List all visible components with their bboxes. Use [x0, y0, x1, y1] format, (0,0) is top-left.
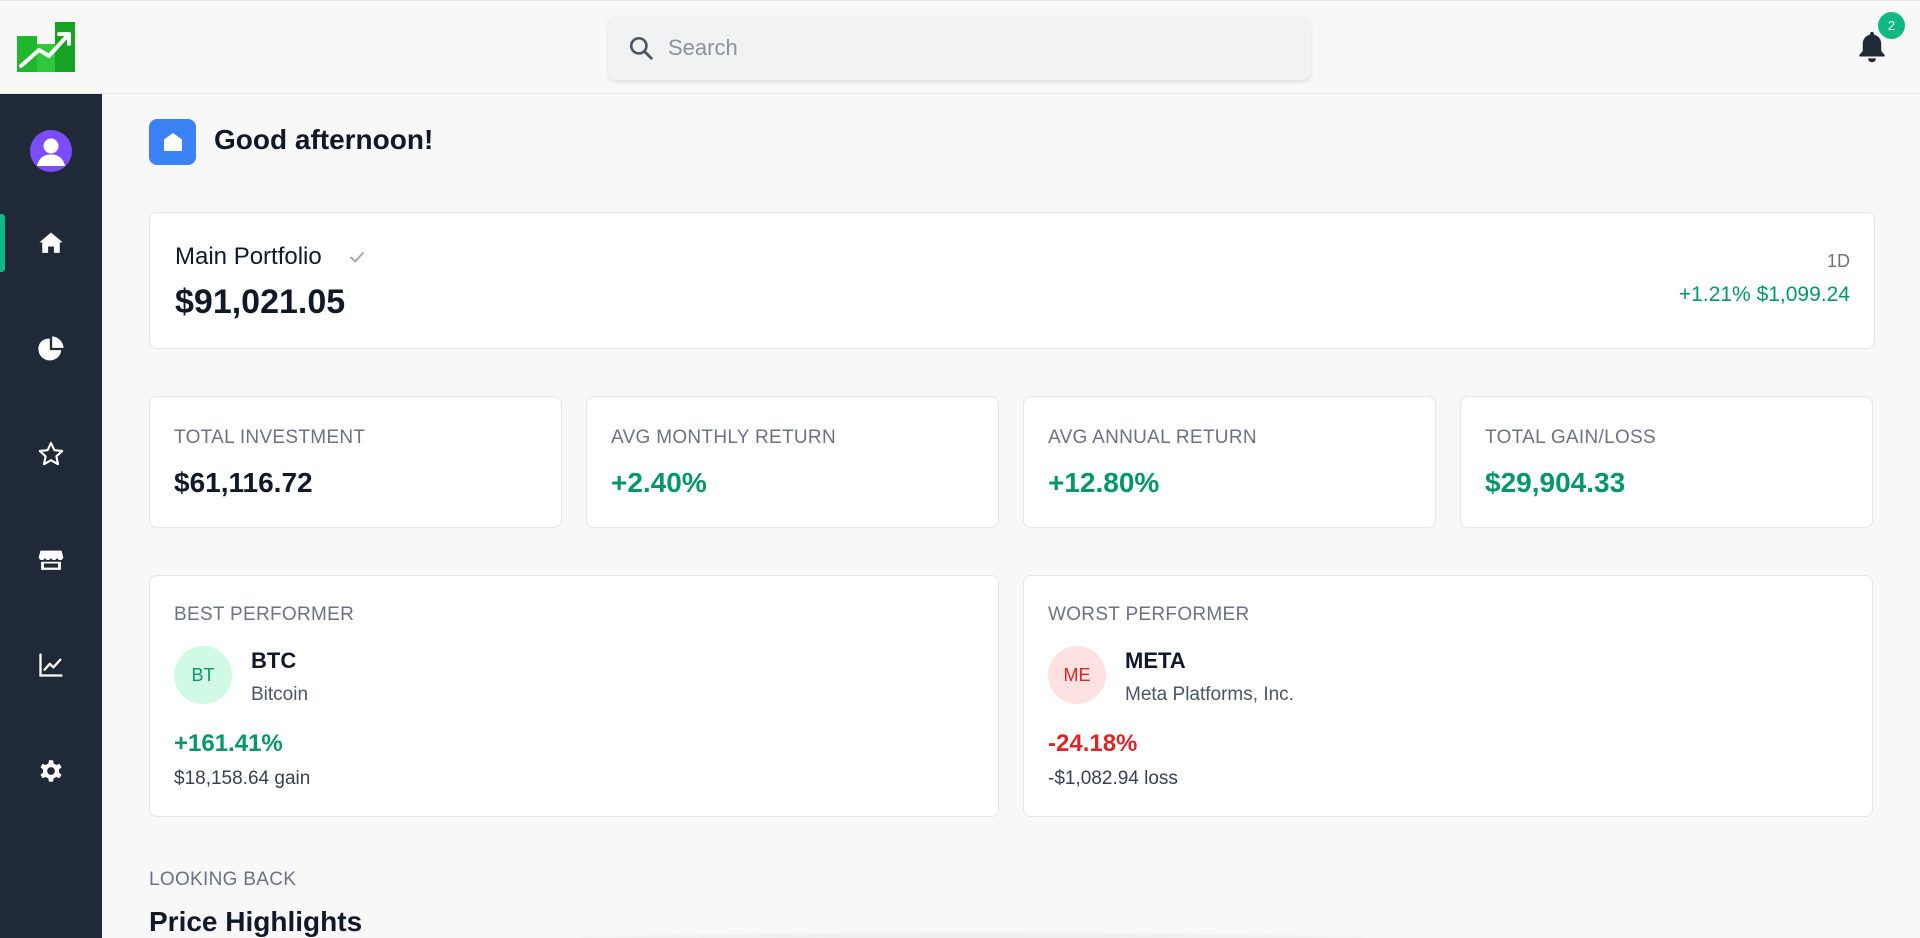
performance-amount: -$1,082.94 loss — [1048, 768, 1178, 789]
worst-performer-card[interactable]: WORST PERFORMER ME META Meta Platforms, … — [1023, 575, 1873, 817]
stat-value: $61,116.72 — [174, 467, 313, 498]
asset-symbol: BTC — [251, 648, 297, 673]
best-performer-card[interactable]: BEST PERFORMER BT BTC Bitcoin +161.41% $… — [149, 575, 999, 817]
stat-card-total-gain-loss: TOTAL GAIN/LOSS $29,904.33 — [1460, 396, 1873, 528]
portfolio-summary-card[interactable]: Main Portfolio $91,021.05 1D +1.21% $1,0… — [149, 212, 1875, 349]
section-eyebrow: LOOKING BACK — [149, 869, 297, 890]
greeting-icon — [149, 119, 196, 165]
period-label[interactable]: 1D — [1827, 251, 1850, 272]
portfolio-value: $91,021.05 — [175, 283, 346, 321]
home-icon — [163, 133, 182, 151]
portfolio-change: +1.21% $1,099.24 — [1678, 283, 1850, 306]
store-icon — [38, 550, 64, 570]
search-input[interactable] — [668, 16, 1288, 80]
stat-card-total-investment: TOTAL INVESTMENT $61,116.72 — [149, 396, 562, 528]
stat-value: +12.80% — [1048, 467, 1160, 498]
stat-label: AVG ANNUAL RETURN — [1048, 427, 1257, 448]
card-shadow — [392, 932, 1552, 938]
asset-name: Meta Platforms, Inc. — [1125, 684, 1294, 705]
asset-badge: BT — [174, 646, 232, 704]
portfolio-name: Main Portfolio — [175, 243, 322, 270]
top-bar: 2 — [0, 0, 1920, 94]
sidebar — [0, 94, 102, 938]
home-icon — [39, 232, 63, 253]
stat-card-avg-monthly-return: AVG MONTHLY RETURN +2.40% — [586, 396, 999, 528]
performance-percent: -24.18% — [1048, 730, 1138, 757]
asset-name: Bitcoin — [251, 684, 309, 705]
check-icon — [350, 252, 364, 263]
sidebar-item-analytics[interactable] — [0, 636, 102, 694]
gear-icon — [40, 760, 62, 782]
user-avatar-icon[interactable] — [30, 130, 72, 172]
sidebar-item-portfolio[interactable] — [0, 320, 102, 378]
stat-label: TOTAL INVESTMENT — [174, 427, 366, 448]
sidebar-item-watchlist[interactable] — [0, 425, 102, 483]
stat-value: $29,904.33 — [1485, 467, 1626, 498]
stat-card-avg-annual-return: AVG ANNUAL RETURN +12.80% — [1023, 396, 1436, 528]
sidebar-item-home[interactable] — [0, 214, 102, 272]
performer-label: BEST PERFORMER — [174, 604, 355, 625]
sidebar-item-store[interactable] — [0, 531, 102, 589]
asset-symbol: META — [1125, 648, 1186, 673]
performer-label: WORST PERFORMER — [1048, 604, 1250, 625]
performance-amount: $18,158.64 gain — [174, 768, 311, 789]
search-icon — [629, 36, 653, 60]
star-icon — [38, 441, 64, 466]
search-box[interactable] — [608, 16, 1310, 80]
sidebar-item-settings[interactable] — [0, 742, 102, 800]
stat-value: +2.40% — [611, 467, 707, 498]
asset-badge: ME — [1048, 646, 1106, 704]
stat-label: TOTAL GAIN/LOSS — [1485, 427, 1656, 448]
stat-label: AVG MONTHLY RETURN — [611, 427, 836, 448]
chart-growth-logo-icon[interactable] — [17, 22, 75, 72]
pie-chart-icon — [38, 336, 64, 361]
greeting-title: Good afternoon! — [214, 124, 434, 155]
line-chart-icon — [39, 653, 63, 677]
main-content: Good afternoon! Main Portfolio $91,021.0… — [102, 94, 1920, 938]
notification-count-badge: 2 — [1878, 12, 1905, 39]
section-title: Price Highlights — [149, 906, 363, 937]
performance-percent: +161.41% — [174, 730, 283, 757]
